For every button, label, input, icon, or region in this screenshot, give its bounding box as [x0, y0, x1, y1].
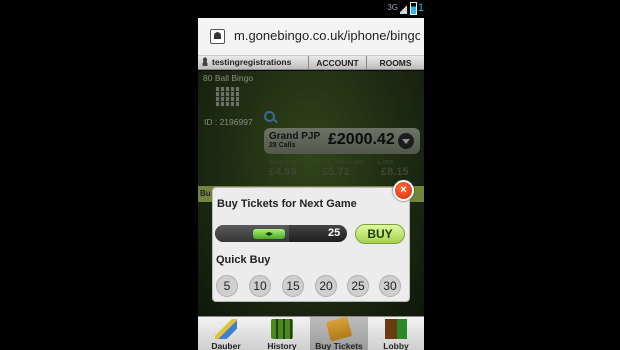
url-text[interactable]: m.gonebingo.co.uk/iphone/bingo: [234, 28, 420, 43]
browser-url-bar[interactable]: ☗ m.gonebingo.co.uk/iphone/bingo: [198, 18, 424, 56]
slider-handle[interactable]: ◂▸: [253, 229, 285, 239]
battery-icon: [410, 2, 417, 15]
clock-label: 1: [417, 2, 424, 14]
nav-label: Dauber: [211, 341, 241, 350]
username-label: testingregistrations: [212, 57, 292, 67]
quick-buy-option[interactable]: 10: [249, 275, 271, 297]
nav-buy-tickets[interactable]: Buy Tickets: [310, 316, 368, 350]
quick-buy-title: Quick Buy: [216, 254, 271, 266]
phone-screen: 3G 1 ☗ m.gonebingo.co.uk/iphone/bingo te…: [198, 0, 424, 350]
quick-buy-option[interactable]: 25: [347, 275, 369, 297]
user-icon: [201, 57, 209, 66]
dialog-title: Buy Tickets for Next Game: [217, 198, 357, 210]
status-bar: 3G 1: [198, 0, 424, 18]
nav-dauber[interactable]: Dauber: [198, 317, 254, 350]
tab-account[interactable]: ACCOUNT: [308, 56, 366, 70]
quick-buy-option[interactable]: 5: [216, 275, 238, 297]
quick-buy-option[interactable]: 20: [315, 275, 337, 297]
nav-lobby[interactable]: Lobby: [368, 317, 424, 350]
signal-icon: [400, 3, 407, 14]
user-account[interactable]: testingregistrations: [201, 57, 291, 67]
game-header: testingregistrations ACCOUNT ROOMS: [198, 56, 424, 70]
network-type-label: 3G: [387, 3, 398, 12]
nav-history[interactable]: History: [254, 317, 310, 350]
ticket-count-value: 25: [328, 227, 341, 239]
bottom-nav: Dauber History Buy Tickets Lobby: [198, 316, 424, 350]
tab-rooms[interactable]: ROOMS: [366, 56, 424, 70]
dauber-icon: [215, 319, 237, 339]
quick-buy-option[interactable]: 30: [379, 275, 401, 297]
close-button[interactable]: ×: [393, 180, 414, 201]
nav-label: History: [267, 341, 297, 350]
nav-label: Buy Tickets: [315, 341, 363, 350]
history-icon: [271, 319, 293, 339]
door-icon: [385, 319, 407, 339]
ticket-icon: [325, 316, 353, 342]
buy-button[interactable]: BUY: [355, 224, 405, 244]
nav-label: Lobby: [383, 341, 409, 350]
site-favicon-icon: ☗: [210, 29, 225, 44]
buy-strip-label: Bu: [200, 189, 211, 198]
quick-buy-option[interactable]: 15: [282, 275, 304, 297]
